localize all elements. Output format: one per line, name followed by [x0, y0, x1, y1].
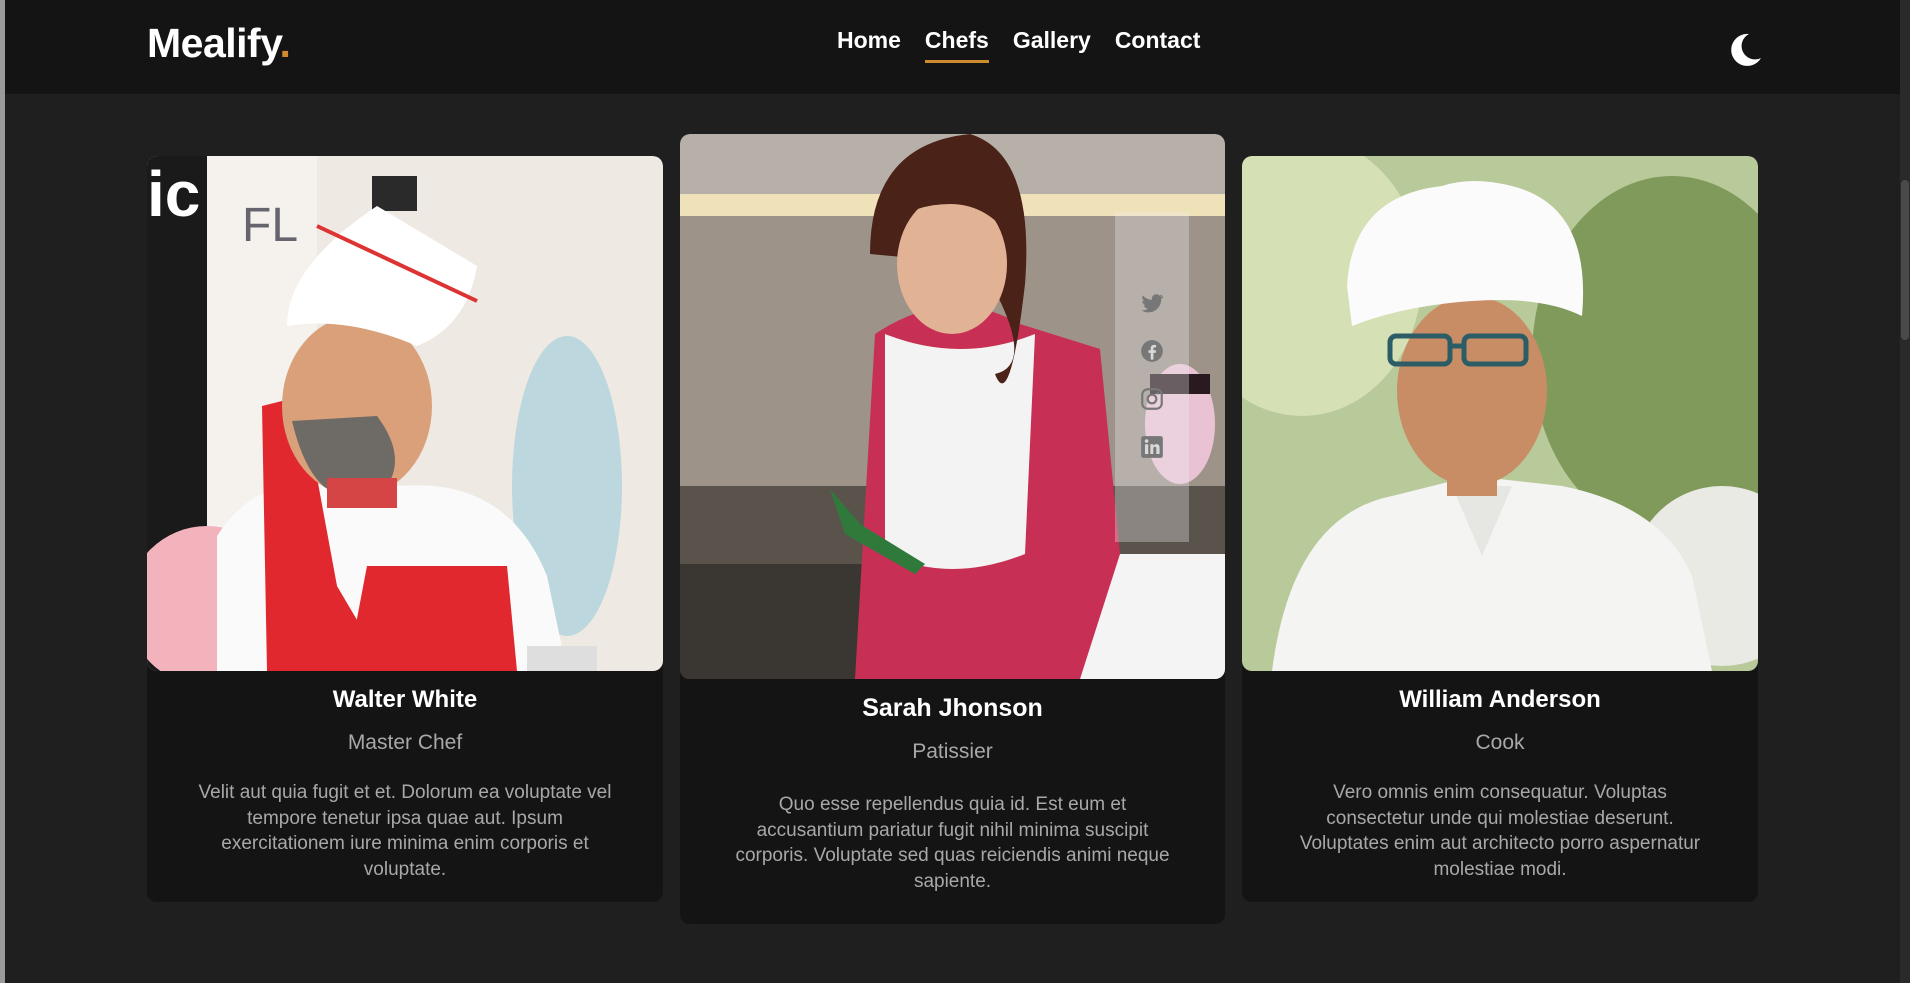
main-nav: Home Chefs Gallery Contact	[837, 27, 1200, 63]
chef-role: Patissier	[912, 740, 993, 763]
chef-card-william-anderson: William Anderson Cook Vero omnis enim co…	[1242, 156, 1758, 902]
chef-role: Cook	[1475, 731, 1525, 754]
chef-bio: Vero omnis enim consequatur. Voluptas co…	[1299, 782, 1701, 880]
scrollbar-thumb[interactable]	[1901, 180, 1909, 340]
svg-text:ic: ic	[147, 158, 200, 230]
window-left-edge	[0, 0, 5, 983]
nav-contact[interactable]: Contact	[1115, 27, 1201, 63]
chef-card-sarah-jhonson: Sarah Jhonson Patissier Quo esse repelle…	[680, 134, 1225, 924]
nav-chefs[interactable]: Chefs	[924, 27, 989, 63]
scrollbar[interactable]	[1900, 0, 1910, 983]
nav-home[interactable]: Home	[837, 27, 901, 63]
chef-bio: Velit aut quia fugit et et. Dolorum ea v…	[198, 782, 612, 880]
chef-card-walter-white: ic FL Walter White Master Chef Velit aut…	[147, 156, 663, 902]
svg-text:FL: FL	[242, 199, 298, 252]
chef-photo	[680, 134, 1225, 679]
social-links	[1115, 212, 1189, 542]
theme-toggle-button[interactable]	[1725, 30, 1765, 70]
linkedin-icon[interactable]	[1139, 434, 1165, 460]
chef-role: Master Chef	[347, 731, 463, 754]
moon-icon	[1731, 33, 1761, 66]
chef-name: Walter White	[332, 686, 478, 713]
chef-name: Sarah Jhonson	[862, 694, 1043, 722]
chef-name: William Anderson	[1399, 686, 1601, 713]
brand-dot: .	[279, 20, 291, 66]
brand-name: Mealify	[147, 20, 280, 66]
chef-bio: Quo esse repellendus quia id. Est eum et…	[735, 794, 1170, 892]
brand-logo[interactable]: Mealify.	[147, 20, 291, 67]
instagram-icon[interactable]	[1139, 386, 1165, 412]
twitter-icon[interactable]	[1139, 290, 1165, 316]
chef-photo	[1242, 156, 1758, 671]
facebook-icon[interactable]	[1139, 338, 1165, 364]
site-header: Mealify. Home Chefs Gallery Contact	[5, 0, 1900, 94]
chef-photo: ic FL	[147, 156, 663, 671]
nav-gallery[interactable]: Gallery	[1013, 27, 1091, 63]
